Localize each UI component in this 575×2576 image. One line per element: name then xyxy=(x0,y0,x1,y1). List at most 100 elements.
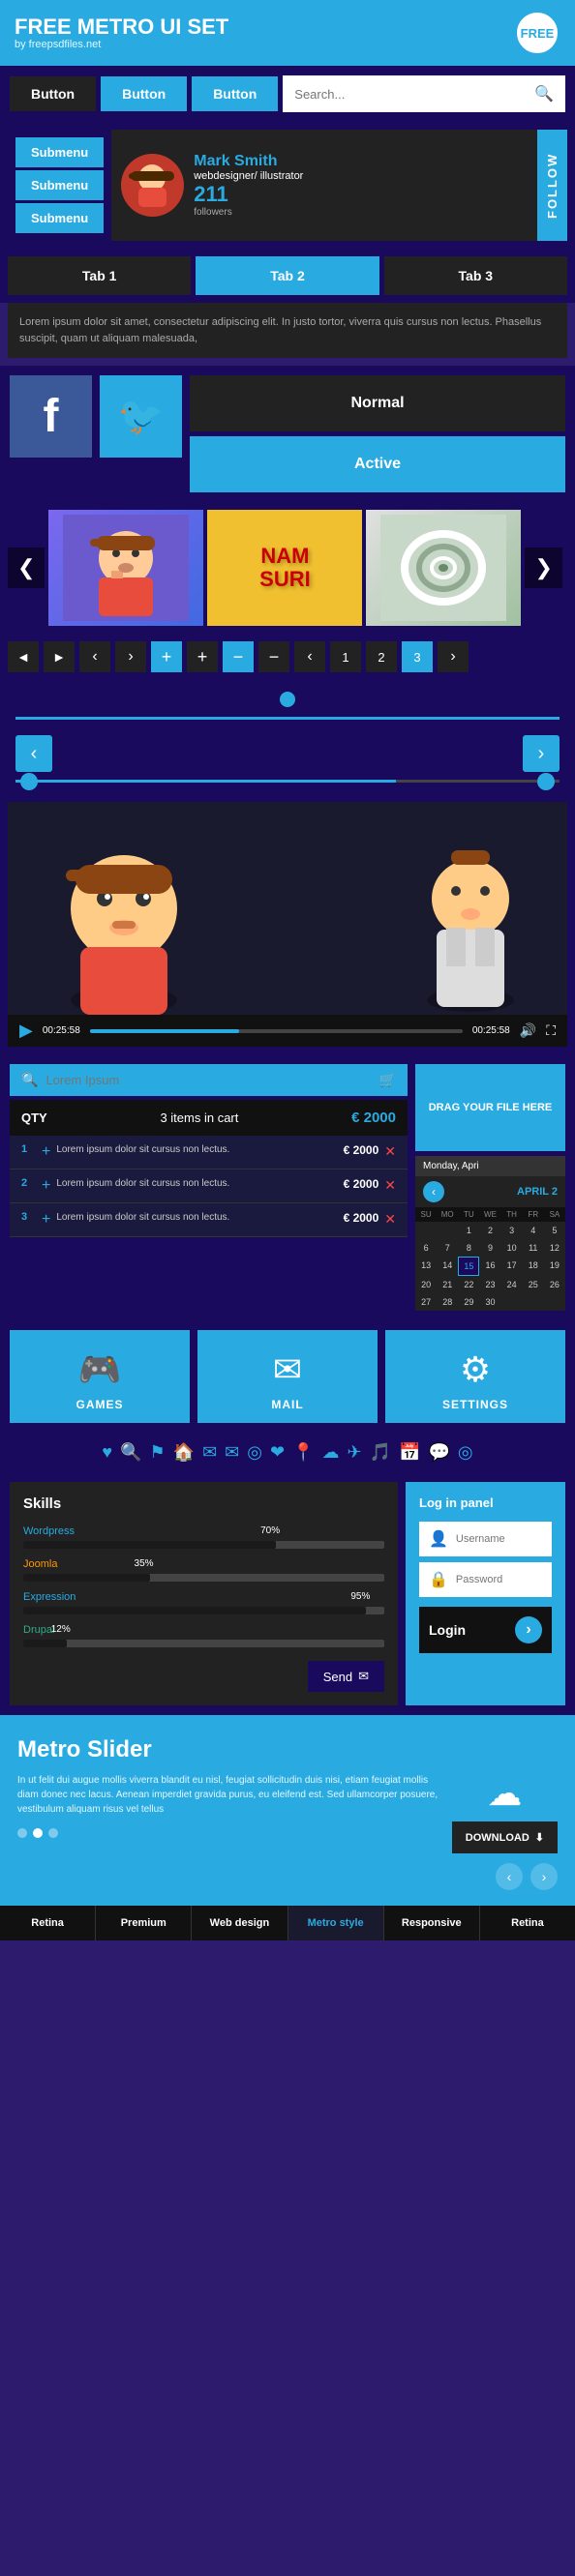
twitter-button[interactable]: 🐦 xyxy=(100,375,182,458)
tab-3[interactable]: Tab 3 xyxy=(384,256,567,295)
ctrl-next-btn[interactable]: › xyxy=(115,641,146,672)
play-button[interactable]: ▶ xyxy=(19,1021,33,1041)
cal-day[interactable]: 27 xyxy=(415,1293,437,1311)
games-app[interactable]: 🎮 GAMES xyxy=(10,1330,190,1423)
cal-day[interactable]: 18 xyxy=(523,1257,544,1276)
cal-prev-btn[interactable]: ‹ xyxy=(423,1181,444,1202)
follow-button[interactable]: FOLLOW xyxy=(537,130,567,241)
home-icon[interactable]: 🏠 xyxy=(173,1442,195,1463)
cal-day[interactable]: 6 xyxy=(415,1239,437,1257)
search-small-icon[interactable]: 🔍 xyxy=(120,1442,141,1463)
cal-day[interactable]: 3 xyxy=(501,1222,523,1239)
slider-left-btn[interactable]: ‹ xyxy=(15,735,52,772)
page-2[interactable]: 2 xyxy=(366,641,397,672)
pin-icon[interactable]: 📍 xyxy=(292,1442,314,1463)
ctrl-next-btn-2[interactable]: › xyxy=(438,641,469,672)
cal-day[interactable]: 29 xyxy=(458,1293,479,1311)
flag-icon[interactable]: ⚑ xyxy=(150,1442,166,1463)
cal-day[interactable]: 12 xyxy=(544,1239,565,1257)
cal-day[interactable]: 30 xyxy=(479,1293,500,1311)
cal-day[interactable]: 25 xyxy=(523,1276,544,1293)
cal-day-today[interactable]: 15 xyxy=(458,1257,479,1276)
tab-1[interactable]: Tab 1 xyxy=(8,256,191,295)
cal-day[interactable]: 28 xyxy=(437,1293,458,1311)
nav-item-2[interactable]: Submenu xyxy=(15,170,104,200)
cal-day[interactable]: 1 xyxy=(458,1222,479,1239)
metro-next-btn[interactable]: › xyxy=(530,1863,558,1890)
cal-day[interactable]: 10 xyxy=(501,1239,523,1257)
ctrl-prev-btn[interactable]: ‹ xyxy=(79,641,110,672)
item-2-remove[interactable]: ✕ xyxy=(384,1177,396,1194)
page-3[interactable]: 3 xyxy=(402,641,433,672)
fullscreen-icon[interactable]: ⛶ xyxy=(546,1022,556,1039)
volume-icon[interactable]: 🔊 xyxy=(520,1022,536,1039)
cloud-small-icon[interactable]: ☁ xyxy=(322,1442,340,1463)
slider-handle-left[interactable] xyxy=(20,773,38,790)
carousel-next-button[interactable]: ❯ xyxy=(525,548,561,588)
bottom-tab-webdesign[interactable]: Web design xyxy=(192,1906,288,1940)
mail-app[interactable]: ✉ MAIL xyxy=(197,1330,378,1423)
plane-icon[interactable]: ✈ xyxy=(348,1442,362,1463)
button-3[interactable]: Button xyxy=(192,76,278,111)
mail-icon-2[interactable]: ✉ xyxy=(225,1442,239,1463)
login-button[interactable]: Login › xyxy=(419,1607,552,1653)
search-box[interactable]: 🔍 xyxy=(283,75,565,112)
cal-day[interactable]: 20 xyxy=(415,1276,437,1293)
page-1[interactable]: 1 xyxy=(330,641,361,672)
button-2[interactable]: Button xyxy=(101,76,187,111)
password-input[interactable] xyxy=(456,1574,542,1585)
toggle-active[interactable]: Active xyxy=(190,436,565,492)
item-3-remove[interactable]: ✕ xyxy=(384,1211,396,1228)
toggle-normal[interactable]: Normal xyxy=(190,375,565,431)
progress-bar[interactable] xyxy=(90,1029,463,1033)
cal-day[interactable]: 4 xyxy=(523,1222,544,1239)
button-1[interactable]: Button xyxy=(10,76,96,111)
ctrl-left-btn[interactable]: ◄ xyxy=(8,641,39,672)
item-1-remove[interactable]: ✕ xyxy=(384,1143,396,1160)
search-bar-input[interactable] xyxy=(45,1073,371,1087)
cal-day[interactable]: 5 xyxy=(544,1222,565,1239)
drag-drop-area[interactable]: DRAG YOUR FILE HERE xyxy=(415,1064,565,1151)
cal-day[interactable] xyxy=(437,1222,458,1239)
tab-2[interactable]: Tab 2 xyxy=(196,256,378,295)
cal-day[interactable]: 21 xyxy=(437,1276,458,1293)
cal-day[interactable]: 2 xyxy=(479,1222,500,1239)
record-icon[interactable]: ◎ xyxy=(458,1442,473,1463)
calendar-icon[interactable]: 📅 xyxy=(399,1442,420,1463)
metro-prev-btn[interactable]: ‹ xyxy=(496,1863,523,1890)
download-button[interactable]: DOWNLOAD ⬇ xyxy=(452,1821,558,1853)
ctrl-plus-btn-2[interactable]: + xyxy=(187,641,218,672)
cal-day[interactable]: 16 xyxy=(479,1257,500,1276)
nav-item-1[interactable]: Submenu xyxy=(15,137,104,167)
cal-day[interactable]: 9 xyxy=(479,1239,500,1257)
cal-day[interactable]: 22 xyxy=(458,1276,479,1293)
ctrl-plus-btn-1[interactable]: + xyxy=(151,641,182,672)
cal-day[interactable]: 8 xyxy=(458,1239,479,1257)
cal-day[interactable]: 24 xyxy=(501,1276,523,1293)
music-icon[interactable]: 🎵 xyxy=(370,1442,391,1463)
settings-app[interactable]: ⚙ SETTINGS xyxy=(385,1330,565,1423)
ctrl-right-btn[interactable]: ► xyxy=(44,641,75,672)
cal-day[interactable]: 26 xyxy=(544,1276,565,1293)
bottom-tab-metro[interactable]: Metro style xyxy=(288,1906,384,1940)
cal-day[interactable]: 19 xyxy=(544,1257,565,1276)
cal-day[interactable]: 13 xyxy=(415,1257,437,1276)
cal-day[interactable]: 17 xyxy=(501,1257,523,1276)
ctrl-prev-btn-2[interactable]: ‹ xyxy=(294,641,325,672)
cal-day[interactable]: 23 xyxy=(479,1276,500,1293)
bottom-tab-retina-2[interactable]: Retina xyxy=(480,1906,575,1940)
slider-right-btn[interactable]: › xyxy=(523,735,560,772)
cal-day[interactable]: 14 xyxy=(437,1257,458,1276)
ctrl-minus-btn-1[interactable]: − xyxy=(223,641,254,672)
cal-day[interactable]: 11 xyxy=(523,1239,544,1257)
nav-item-3[interactable]: Submenu xyxy=(15,203,104,233)
ctrl-minus-btn-2[interactable]: − xyxy=(258,641,289,672)
cal-day[interactable]: 7 xyxy=(437,1239,458,1257)
chat-icon[interactable]: 💬 xyxy=(428,1442,449,1463)
heart-filled-icon[interactable]: ❤ xyxy=(270,1442,285,1463)
send-button[interactable]: Send ✉ xyxy=(308,1661,384,1692)
bottom-tab-retina-1[interactable]: Retina xyxy=(0,1906,96,1940)
search-input[interactable] xyxy=(294,87,529,102)
facebook-button[interactable]: f xyxy=(10,375,92,458)
circle-icon[interactable]: ◎ xyxy=(247,1442,262,1463)
